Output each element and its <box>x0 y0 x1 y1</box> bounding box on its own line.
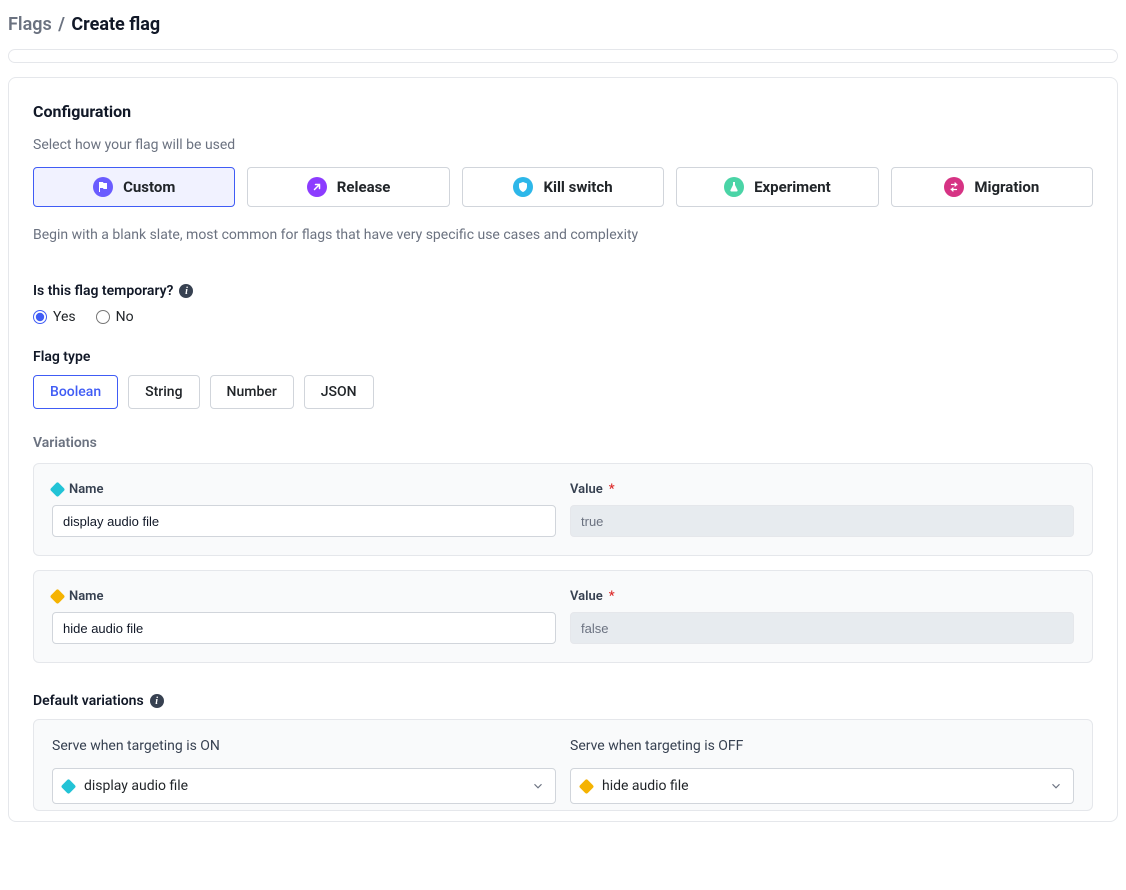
name-label-text: Name <box>69 482 103 497</box>
default-variations-card: Serve when targeting is ON display audio… <box>33 719 1093 811</box>
variation-card-0: Name Value * <box>33 463 1093 556</box>
chevron-down-icon <box>1049 779 1063 793</box>
template-killswitch[interactable]: Kill switch <box>462 167 664 207</box>
swap-icon <box>944 177 964 197</box>
value-label-text: Value <box>570 589 603 604</box>
temporary-no-label: No <box>116 309 134 325</box>
required-asterisk: * <box>609 589 615 604</box>
serve-on-value: display audio file <box>84 778 188 794</box>
configuration-hint: Select how your flag will be used <box>33 137 1093 153</box>
template-label: Migration <box>974 178 1039 196</box>
flag-type-chips: Boolean String Number JSON <box>33 375 1093 409</box>
flag-type-number[interactable]: Number <box>210 375 294 409</box>
temporary-label: Is this flag temporary? i <box>33 283 1093 299</box>
temporary-yes[interactable]: Yes <box>33 309 76 325</box>
temporary-no[interactable]: No <box>96 309 134 325</box>
variation-value-input-0 <box>570 505 1074 537</box>
flag-type-json[interactable]: JSON <box>304 375 374 409</box>
previous-panel-stub <box>8 49 1118 63</box>
configuration-panel: Configuration Select how your flag will … <box>8 77 1118 822</box>
template-migration[interactable]: Migration <box>891 167 1093 207</box>
serve-off-label: Serve when targeting is OFF <box>570 738 1074 754</box>
variation-value-label: Value * <box>570 482 1074 497</box>
info-icon[interactable]: i <box>179 284 193 298</box>
template-description: Begin with a blank slate, most common fo… <box>33 227 1093 243</box>
flag-type-boolean[interactable]: Boolean <box>33 375 118 409</box>
flask-icon <box>724 177 744 197</box>
diamond-icon <box>50 482 66 498</box>
variation-card-1: Name Value * <box>33 570 1093 663</box>
variations-heading: Variations <box>33 435 1093 451</box>
default-variations-text: Default variations <box>33 693 144 709</box>
breadcrumb-parent[interactable]: Flags <box>8 14 52 35</box>
default-variations-label: Default variations i <box>33 693 1093 709</box>
info-icon[interactable]: i <box>150 694 164 708</box>
template-label: Release <box>337 178 391 196</box>
temporary-radio-group: Yes No <box>33 309 1093 325</box>
temporary-yes-radio[interactable] <box>33 310 47 324</box>
flag-type-label: Flag type <box>33 349 1093 365</box>
temporary-yes-label: Yes <box>53 309 76 325</box>
variation-name-input-1[interactable] <box>52 612 556 644</box>
variation-name-label: Name <box>52 589 556 604</box>
breadcrumb: Flags / Create flag <box>8 8 1118 49</box>
variation-name-label: Name <box>52 482 556 497</box>
serve-off-select[interactable]: hide audio file <box>570 768 1074 804</box>
template-label: Kill switch <box>543 178 612 196</box>
chevron-down-icon <box>531 779 545 793</box>
temporary-label-text: Is this flag temporary? <box>33 283 173 299</box>
diamond-icon <box>50 589 66 605</box>
variation-value-input-1 <box>570 612 1074 644</box>
template-custom[interactable]: Custom <box>33 167 235 207</box>
value-label-text: Value <box>570 482 603 497</box>
flag-type-string[interactable]: String <box>128 375 199 409</box>
serve-on-label: Serve when targeting is ON <box>52 738 556 754</box>
serve-on-select[interactable]: display audio file <box>52 768 556 804</box>
template-label: Custom <box>123 178 175 196</box>
temporary-no-radio[interactable] <box>96 310 110 324</box>
breadcrumb-separator: / <box>56 14 67 35</box>
required-asterisk: * <box>609 482 615 497</box>
name-label-text: Name <box>69 589 103 604</box>
flag-icon <box>93 177 113 197</box>
template-label: Experiment <box>754 178 831 196</box>
serve-off-value: hide audio file <box>602 778 689 794</box>
template-release[interactable]: Release <box>247 167 449 207</box>
configuration-title: Configuration <box>33 102 1093 121</box>
variation-name-input-0[interactable] <box>52 505 556 537</box>
arrow-up-right-icon <box>307 177 327 197</box>
variation-value-label: Value * <box>570 589 1074 604</box>
diamond-icon <box>61 778 77 794</box>
template-experiment[interactable]: Experiment <box>676 167 878 207</box>
breadcrumb-current: Create flag <box>71 14 160 35</box>
template-row: Custom Release Kill switch Experiment Mi… <box>33 167 1093 207</box>
shield-icon <box>513 177 533 197</box>
diamond-icon <box>579 778 595 794</box>
